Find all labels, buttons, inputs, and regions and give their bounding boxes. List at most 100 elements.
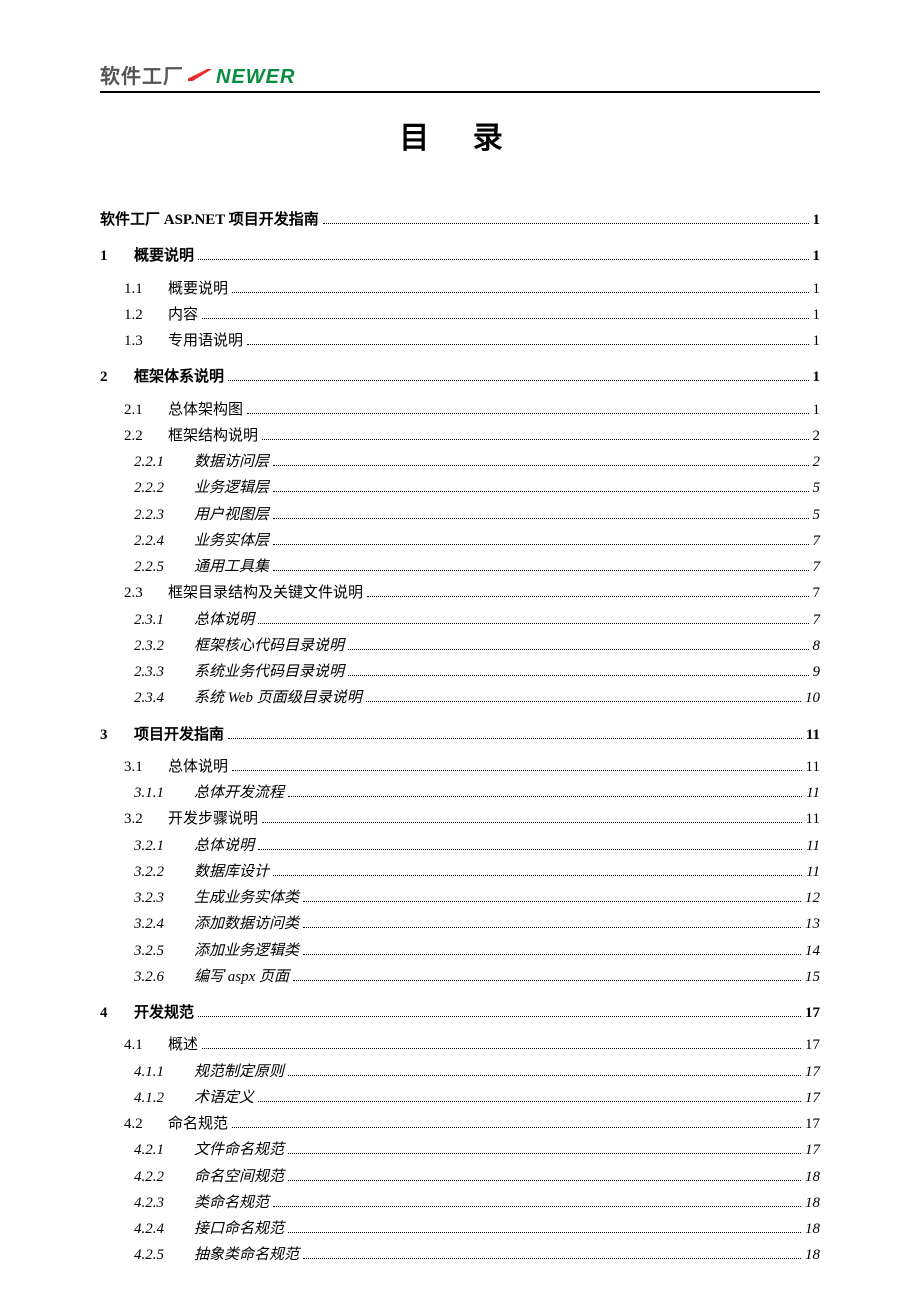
table-of-contents: 软件工厂 ASP.NET 项目开发指南11概要说明11.1概要说明11.2内容1… bbox=[100, 207, 820, 1269]
toc-entry-label: 总体开发流程 bbox=[194, 780, 284, 806]
toc-entry: 2.2.4业务实体层7 bbox=[134, 528, 820, 554]
toc-entry-label: 数据库设计 bbox=[194, 859, 269, 885]
toc-leader-dots bbox=[262, 822, 802, 823]
toc-entry-label: 业务实体层 bbox=[194, 528, 269, 554]
toc-entry: 3项目开发指南11 bbox=[100, 722, 820, 748]
toc-title: 目 录 bbox=[100, 113, 820, 157]
toc-entry: 3.2.5添加业务逻辑类14 bbox=[134, 938, 820, 964]
toc-entry-number: 3.2.4 bbox=[134, 911, 174, 937]
toc-entry-number: 2.2 bbox=[124, 423, 154, 449]
toc-entry: 4.2.3类命名规范18 bbox=[134, 1190, 820, 1216]
toc-entry-page: 17 bbox=[805, 1032, 820, 1058]
toc-entry: 2.3.3系统业务代码目录说明9 bbox=[134, 659, 820, 685]
toc-entry: 2.1总体架构图1 bbox=[124, 397, 820, 423]
toc-entry-label: 系统 Web 页面级目录说明 bbox=[194, 685, 362, 711]
toc-leader-dots bbox=[228, 380, 808, 381]
toc-entry: 软件工厂 ASP.NET 项目开发指南1 bbox=[100, 207, 820, 233]
toc-entry-page: 7 bbox=[813, 528, 821, 554]
toc-entry-label: 总体说明 bbox=[194, 607, 254, 633]
toc-entry-page: 1 bbox=[813, 243, 821, 269]
toc-leader-dots bbox=[202, 1048, 801, 1049]
toc-entry-label: 命名空间规范 bbox=[194, 1164, 284, 1190]
toc-leader-dots bbox=[198, 259, 808, 260]
toc-entry: 1.3专用语说明1 bbox=[124, 328, 820, 354]
toc-entry-page: 5 bbox=[813, 502, 821, 528]
toc-entry-label: 概要说明 bbox=[134, 243, 194, 269]
toc-entry: 2.2.5通用工具集7 bbox=[134, 554, 820, 580]
toc-entry-number: 4.2.5 bbox=[134, 1242, 174, 1268]
toc-leader-dots bbox=[232, 770, 802, 771]
toc-entry-number: 1.1 bbox=[124, 276, 154, 302]
toc-entry-label: 文件命名规范 bbox=[194, 1137, 284, 1163]
toc-entry-page: 17 bbox=[805, 1000, 820, 1026]
toc-entry: 3.2.4添加数据访问类13 bbox=[134, 911, 820, 937]
toc-entry-label: 添加业务逻辑类 bbox=[194, 938, 299, 964]
toc-entry-number: 4.1 bbox=[124, 1032, 154, 1058]
toc-entry-label: 总体架构图 bbox=[168, 397, 243, 423]
toc-leader-dots bbox=[247, 344, 808, 345]
toc-entry-page: 2 bbox=[813, 449, 821, 475]
toc-entry-page: 1 bbox=[813, 364, 821, 390]
toc-entry: 3.2开发步骤说明11 bbox=[124, 806, 820, 832]
toc-entry-label: 编写 aspx 页面 bbox=[194, 964, 289, 990]
toc-entry-page: 11 bbox=[806, 754, 820, 780]
toc-entry-label: 接口命名规范 bbox=[194, 1216, 284, 1242]
toc-entry-page: 18 bbox=[805, 1216, 820, 1242]
toc-entry-page: 11 bbox=[806, 859, 820, 885]
toc-entry: 4.1.2术语定义17 bbox=[134, 1085, 820, 1111]
toc-entry-number: 2.3.3 bbox=[134, 659, 174, 685]
brand-logo: 软件工厂 NEWER bbox=[100, 60, 295, 89]
toc-entry-number: 3.2.3 bbox=[134, 885, 174, 911]
toc-entry-page: 18 bbox=[805, 1164, 820, 1190]
toc-entry-number: 2.3.1 bbox=[134, 607, 174, 633]
toc-entry-number: 1 bbox=[100, 243, 114, 269]
toc-entry-number: 4.1.2 bbox=[134, 1085, 174, 1111]
toc-leader-dots bbox=[273, 570, 808, 571]
toc-entry-number: 4.2 bbox=[124, 1111, 154, 1137]
toc-entry-page: 1 bbox=[813, 328, 821, 354]
toc-leader-dots bbox=[293, 980, 801, 981]
toc-entry-page: 1 bbox=[813, 276, 821, 302]
toc-entry-page: 7 bbox=[813, 554, 821, 580]
toc-entry-label: 术语定义 bbox=[194, 1085, 254, 1111]
toc-entry-label: 概述 bbox=[168, 1032, 198, 1058]
toc-entry-number: 3.2.1 bbox=[134, 833, 174, 859]
toc-entry-label: 数据访问层 bbox=[194, 449, 269, 475]
toc-entry: 3.1.1总体开发流程11 bbox=[134, 780, 820, 806]
toc-entry-label: 框架结构说明 bbox=[168, 423, 258, 449]
toc-entry-page: 1 bbox=[813, 207, 821, 233]
toc-entry: 2.3.4系统 Web 页面级目录说明10 bbox=[134, 685, 820, 711]
toc-entry-number: 2.2.1 bbox=[134, 449, 174, 475]
toc-entry-label: 概要说明 bbox=[168, 276, 228, 302]
toc-entry-label: 抽象类命名规范 bbox=[194, 1242, 299, 1268]
toc-leader-dots bbox=[367, 596, 808, 597]
toc-entry: 3.2.1总体说明11 bbox=[134, 833, 820, 859]
toc-entry-page: 9 bbox=[813, 659, 821, 685]
toc-leader-dots bbox=[366, 701, 801, 702]
toc-entry-number: 3.1 bbox=[124, 754, 154, 780]
toc-entry-label: 框架体系说明 bbox=[134, 364, 224, 390]
toc-leader-dots bbox=[288, 1153, 801, 1154]
toc-leader-dots bbox=[258, 1101, 801, 1102]
toc-leader-dots bbox=[228, 738, 802, 739]
toc-leader-dots bbox=[288, 796, 802, 797]
toc-entry-number: 2.3.2 bbox=[134, 633, 174, 659]
toc-entry: 3.1总体说明11 bbox=[124, 754, 820, 780]
toc-entry: 1.1 概要说明 1 bbox=[124, 276, 820, 302]
toc-leader-dots bbox=[303, 901, 801, 902]
toc-entry-page: 7 bbox=[813, 607, 821, 633]
toc-entry: 2.3.2框架核心代码目录说明8 bbox=[134, 633, 820, 659]
toc-entry-number: 1.2 bbox=[124, 302, 154, 328]
swoosh-icon bbox=[188, 67, 212, 85]
toc-entry: 4.2.1文件命名规范17 bbox=[134, 1137, 820, 1163]
toc-entry-page: 12 bbox=[805, 885, 820, 911]
toc-entry: 2.3框架目录结构及关键文件说明7 bbox=[124, 580, 820, 606]
toc-entry-label: 命名规范 bbox=[168, 1111, 228, 1137]
page-header: 软件工厂 NEWER bbox=[100, 60, 820, 93]
toc-entry-page: 18 bbox=[805, 1190, 820, 1216]
toc-entry-label: 通用工具集 bbox=[194, 554, 269, 580]
toc-entry: 4.1.1规范制定原则17 bbox=[134, 1059, 820, 1085]
toc-entry: 2.2.2业务逻辑层5 bbox=[134, 475, 820, 501]
toc-entry: 1.2内容1 bbox=[124, 302, 820, 328]
toc-entry: 4.2.2命名空间规范18 bbox=[134, 1164, 820, 1190]
